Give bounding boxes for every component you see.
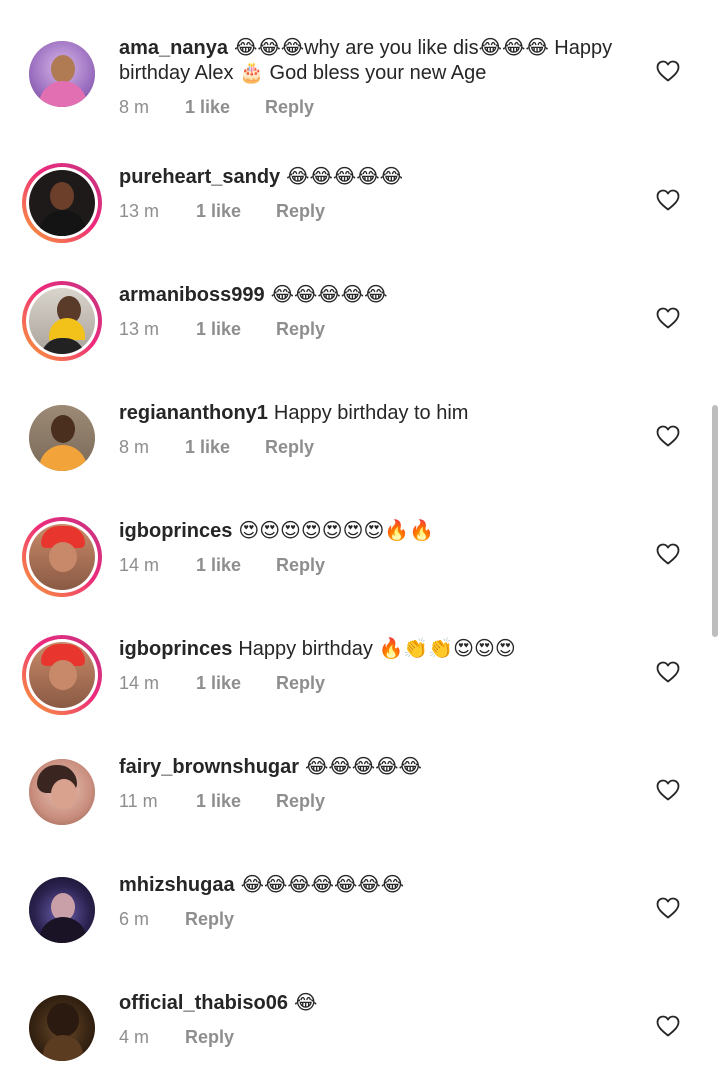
reply-button[interactable]: Reply [265, 435, 314, 459]
comment-body: 😂😂😂😂😂 [286, 166, 404, 188]
avatar[interactable] [29, 405, 95, 471]
comment-meta: 14 m 1 like Reply [119, 671, 325, 695]
comment-time: 13 m [119, 201, 160, 221]
comment-meta: 13 m 1 like Reply [119, 199, 325, 223]
comment-username[interactable]: armaniboss999 [119, 284, 265, 306]
comment-likes[interactable]: 1 like [196, 671, 276, 695]
comment-text-block: fairy_brownshugar 😂😂😂😂😂 [119, 755, 649, 780]
comment-time: 11 m [119, 791, 158, 811]
comment-text-block: igboprinces 😍😍😍😍😍😍😍🔥🔥 [119, 519, 649, 544]
comment-time: 14 m [119, 555, 160, 575]
comment-text-block: armaniboss999 😂😂😂😂😂 [119, 283, 649, 308]
avatar[interactable] [22, 635, 102, 715]
reply-button[interactable]: Reply [276, 553, 325, 577]
comment-meta: 14 m 1 like Reply [119, 553, 325, 577]
comment-time: 8 m [119, 437, 150, 457]
comment-body: 😂😂😂😂😂 [305, 756, 422, 778]
comment-meta: 6 m Reply [119, 907, 234, 931]
comments-list: ama_nanya 😂😂😂why are you like dis😂😂😂 Happ… [0, 0, 720, 1085]
heart-outline-icon[interactable] [656, 307, 680, 329]
comment-body: 😂😂😂😂😂 [270, 284, 388, 306]
comment-body: Happy birthday to him [273, 402, 469, 424]
avatar[interactable] [29, 995, 95, 1061]
avatar[interactable] [29, 877, 95, 943]
heart-outline-icon[interactable] [656, 189, 680, 211]
comment-meta: 8 m 1 like Reply [119, 435, 314, 459]
comment-time: 14 m [119, 673, 160, 693]
comment-meta: 4 m Reply [119, 1025, 234, 1049]
comment-likes[interactable]: 1 like [185, 435, 265, 459]
comment-likes[interactable]: 1 like [196, 553, 276, 577]
avatar[interactable] [22, 281, 102, 361]
heart-outline-icon[interactable] [656, 543, 680, 565]
comment-username[interactable]: pureheart_sandy [119, 166, 280, 188]
comment-body: Happy birthday 🔥👏👏😍😍😍 [238, 638, 516, 660]
comment-time: 6 m [119, 909, 150, 929]
reply-button[interactable]: Reply [276, 199, 325, 223]
comment-likes[interactable]: 1 like [196, 199, 276, 223]
comment-meta: 11 m 1 like Reply [119, 789, 325, 813]
heart-outline-icon[interactable] [656, 1015, 680, 1037]
avatar[interactable] [29, 759, 95, 825]
reply-button[interactable]: Reply [276, 317, 325, 341]
comment-likes[interactable]: 1 like [196, 317, 276, 341]
reply-button[interactable]: Reply [185, 1025, 234, 1049]
comment-item: official_thabiso06 😂 4 m Reply [0, 0, 720, 1061]
reply-button[interactable]: Reply [276, 671, 325, 695]
reply-button[interactable]: Reply [185, 907, 234, 931]
heart-outline-icon[interactable] [656, 425, 680, 447]
comment-time: 4 m [119, 1027, 150, 1047]
comment-username[interactable]: fairy_brownshugar [119, 756, 299, 778]
comment-username[interactable]: official_thabiso06 [119, 992, 288, 1014]
comment-text-block: pureheart_sandy 😂😂😂😂😂 [119, 165, 649, 190]
avatar[interactable] [22, 163, 102, 243]
comment-text-block: mhizshugaa 😂😂😂😂😂😂😂 [119, 873, 649, 898]
scrollbar-thumb[interactable] [712, 405, 718, 637]
comment-username[interactable]: mhizshugaa [119, 874, 235, 896]
comment-time: 13 m [119, 319, 160, 339]
comment-likes[interactable]: 1 like [196, 789, 276, 813]
comment-text-block: igboprinces Happy birthday 🔥👏👏😍😍😍 [119, 637, 649, 662]
heart-outline-icon[interactable] [656, 661, 680, 683]
comment-text-block: regiananthony1 Happy birthday to him [119, 401, 649, 426]
comment-meta: 13 m 1 like Reply [119, 317, 325, 341]
comment-body: 😂 [293, 992, 318, 1014]
avatar[interactable] [22, 517, 102, 597]
comment-username[interactable]: igboprinces [119, 520, 232, 542]
comment-username[interactable]: igboprinces [119, 638, 232, 660]
comment-body: 😍😍😍😍😍😍😍🔥🔥 [238, 520, 435, 542]
comment-username[interactable]: regiananthony1 [119, 402, 268, 424]
heart-outline-icon[interactable] [656, 779, 680, 801]
comment-body: 😂😂😂😂😂😂😂 [240, 874, 405, 896]
reply-button[interactable]: Reply [276, 789, 325, 813]
heart-outline-icon[interactable] [656, 897, 680, 919]
comment-text-block: official_thabiso06 😂 [119, 991, 649, 1016]
